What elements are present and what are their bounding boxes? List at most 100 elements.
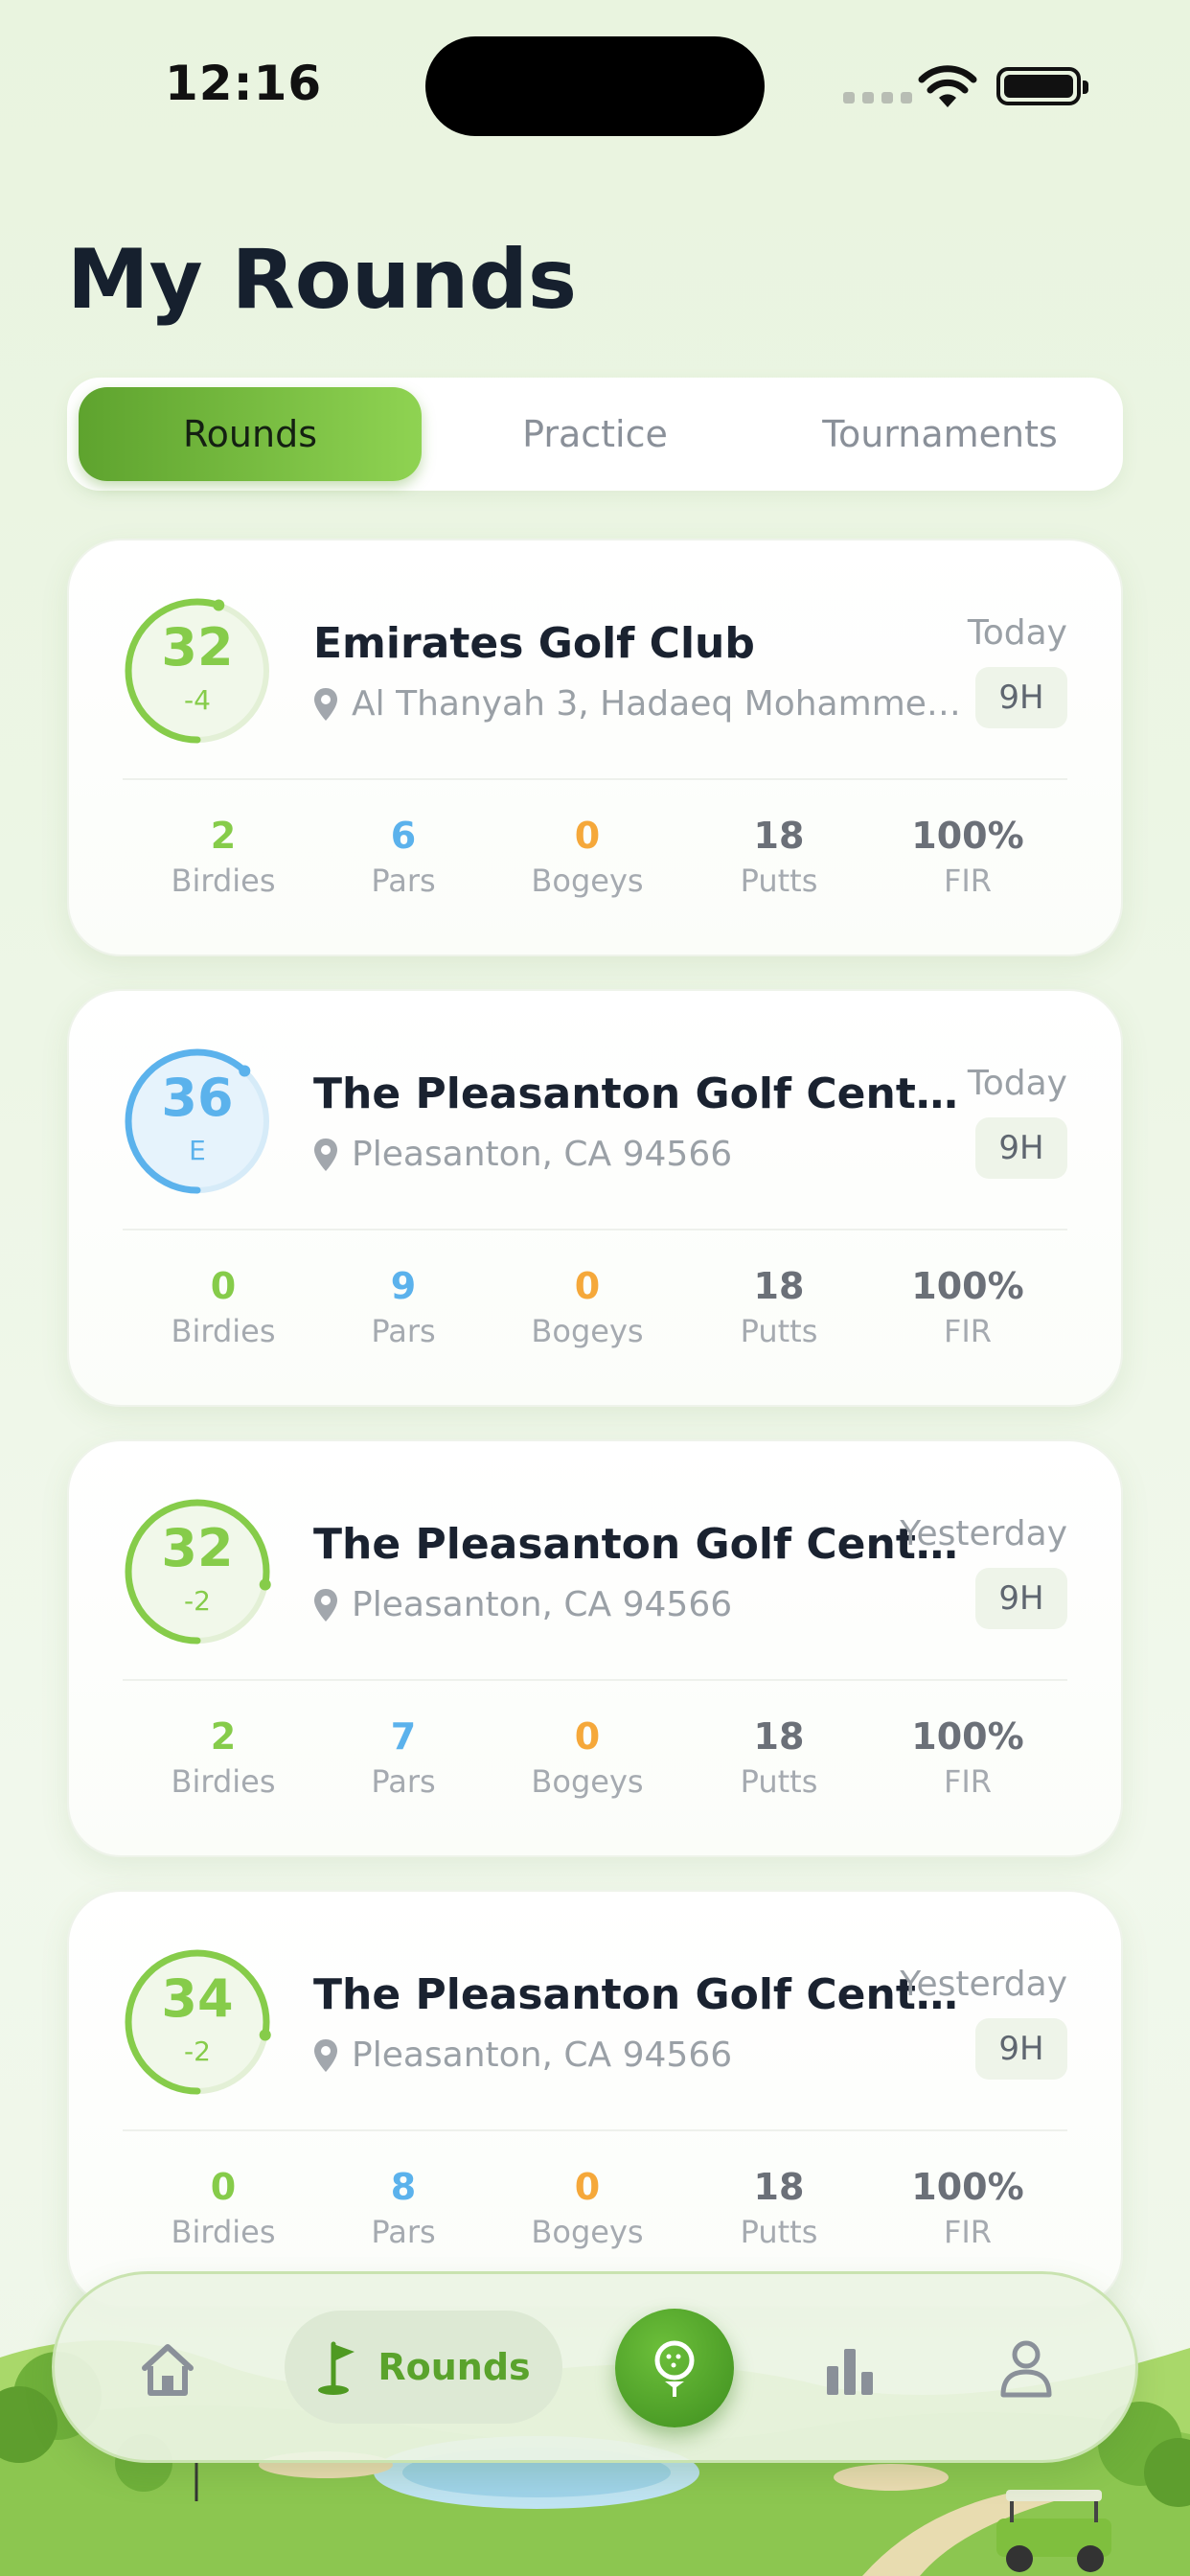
- stat-label: Pars: [371, 1313, 436, 1349]
- stat-birdies: 0 Birdies: [137, 2162, 309, 2250]
- tab-tournaments[interactable]: Tournaments: [768, 387, 1111, 481]
- course-location: Al Thanyah 3, Hadaeq Mohammed ...: [313, 684, 965, 724]
- round-stats: 0 Birdies 8 Pars 0 Bogeys 18 Putts 100% FIR: [123, 2162, 1067, 2267]
- profile-icon[interactable]: [997, 2337, 1055, 2399]
- stat-putts: 18 Putts: [693, 811, 865, 899]
- stat-value: 8: [390, 2166, 417, 2208]
- holes-badge: 9H: [975, 1117, 1067, 1179]
- location-pin-icon: [314, 687, 337, 721]
- stat-label: Putts: [740, 2214, 818, 2250]
- stat-label: Birdies: [171, 2214, 276, 2250]
- stat-bogeys: 0 Bogeys: [501, 811, 674, 899]
- round-card[interactable]: 32 -4 Emirates Golf Club Al Thanyah 3, Hada…: [67, 539, 1123, 956]
- location-text: Al Thanyah 3, Hadaeq Mohammed ...: [352, 684, 965, 724]
- stat-putts: 18 Putts: [693, 1712, 865, 1800]
- segmented-control: Rounds Practice Tournaments: [67, 378, 1123, 491]
- round-stats: 0 Birdies 9 Pars 0 Bogeys 18 Putts 100% FIR: [123, 1261, 1067, 1367]
- score-ring: 36 E: [123, 1046, 272, 1196]
- stat-value: 0: [210, 2166, 237, 2208]
- holes-badge: 9H: [975, 2018, 1067, 2080]
- dynamic-island: [425, 36, 765, 136]
- stat-fir: 100% FIR: [881, 1261, 1054, 1349]
- home-icon[interactable]: [137, 2339, 198, 2401]
- stat-value: 18: [753, 1265, 805, 1307]
- stat-label: Birdies: [171, 1763, 276, 1800]
- round-card[interactable]: 34 -2 The Pleasanton Golf Cente... Pleasant…: [67, 1890, 1123, 2308]
- stat-value: 0: [574, 1715, 601, 1758]
- nav-rounds[interactable]: Rounds: [285, 2311, 562, 2424]
- bottom-nav: Rounds: [52, 2271, 1138, 2463]
- stat-label: FIR: [943, 1763, 993, 1800]
- page-title: My Rounds: [67, 232, 578, 328]
- stat-label: Bogeys: [531, 862, 644, 899]
- stat-value: 18: [753, 2166, 805, 2208]
- stat-label: Putts: [740, 1763, 818, 1800]
- golf-flag-icon: [318, 2341, 355, 2395]
- tab-practice[interactable]: Practice: [423, 387, 767, 481]
- stat-value: 100%: [911, 1265, 1024, 1307]
- stat-bogeys: 0 Bogeys: [501, 2162, 674, 2250]
- round-stats: 2 Birdies 7 Pars 0 Bogeys 18 Putts 100% FIR: [123, 1712, 1067, 1817]
- stat-putts: 18 Putts: [693, 1261, 865, 1349]
- holes-badge: 9H: [975, 667, 1067, 728]
- score-to-par: -2: [184, 2036, 211, 2067]
- divider: [123, 2129, 1067, 2131]
- round-card[interactable]: 32 -2 The Pleasanton Golf Cente... Pleasant…: [67, 1439, 1123, 1857]
- stat-bogeys: 0 Bogeys: [501, 1712, 674, 1800]
- golf-ball-tee-icon: [654, 2340, 695, 2397]
- stat-birdies: 0 Birdies: [137, 1261, 309, 1349]
- stat-value: 0: [210, 1265, 237, 1307]
- status-time: 12:16: [165, 56, 323, 111]
- nav-rounds-label: Rounds: [378, 2346, 531, 2388]
- round-score: 34: [161, 1968, 234, 2029]
- stat-value: 2: [210, 815, 237, 857]
- stat-bogeys: 0 Bogeys: [501, 1261, 674, 1349]
- round-score: 32: [161, 1518, 234, 1578]
- stat-value: 18: [753, 815, 805, 857]
- stat-value: 0: [574, 1265, 601, 1307]
- round-score: 36: [161, 1068, 234, 1128]
- stat-pars: 8 Pars: [317, 2162, 490, 2250]
- wifi-icon: [918, 65, 977, 107]
- score-ring: 34 -2: [123, 1947, 272, 2097]
- stat-fir: 100% FIR: [881, 1712, 1054, 1800]
- holes-badge: 9H: [975, 1568, 1067, 1629]
- stat-value: 7: [390, 1715, 417, 1758]
- round-date: Today: [967, 1064, 1067, 1103]
- course-name: Emirates Golf Club: [313, 619, 755, 668]
- tab-rounds[interactable]: Rounds: [79, 387, 422, 481]
- status-bar: 12:16: [0, 0, 1190, 172]
- location-text: Pleasanton, CA 94566: [352, 1585, 733, 1624]
- stat-label: Putts: [740, 1313, 818, 1349]
- round-card[interactable]: 36 E The Pleasanton Golf Center - ... Pleas…: [67, 989, 1123, 1407]
- stat-label: Birdies: [171, 1313, 276, 1349]
- stat-value: 100%: [911, 815, 1024, 857]
- stat-pars: 7 Pars: [317, 1712, 490, 1800]
- bar-chart-icon[interactable]: [821, 2341, 879, 2399]
- stat-label: FIR: [943, 862, 993, 899]
- course-name: The Pleasanton Golf Cente...: [313, 1520, 965, 1569]
- stat-label: FIR: [943, 1313, 993, 1349]
- location-pin-icon: [314, 2038, 337, 2072]
- stat-value: 0: [574, 815, 601, 857]
- round-date: Today: [967, 613, 1067, 653]
- stat-label: Birdies: [171, 862, 276, 899]
- location-pin-icon: [314, 1588, 337, 1622]
- round-stats: 2 Birdies 6 Pars 0 Bogeys 18 Putts 100% FIR: [123, 811, 1067, 916]
- stat-label: FIR: [943, 2214, 993, 2250]
- score-to-par: -4: [184, 684, 211, 716]
- stat-label: Bogeys: [531, 1313, 644, 1349]
- stat-value: 2: [210, 1715, 237, 1758]
- stat-label: Pars: [371, 2214, 436, 2250]
- stat-label: Bogeys: [531, 1763, 644, 1800]
- round-score: 32: [161, 617, 234, 678]
- divider: [123, 1229, 1067, 1230]
- play-round-button[interactable]: [615, 2309, 734, 2427]
- round-date: Yesterday: [900, 1514, 1067, 1553]
- location-text: Pleasanton, CA 94566: [352, 2036, 733, 2075]
- stat-label: Putts: [740, 862, 818, 899]
- stat-value: 0: [574, 2166, 601, 2208]
- stat-value: 100%: [911, 1715, 1024, 1758]
- course-location: Pleasanton, CA 94566: [313, 2036, 965, 2075]
- score-ring: 32 -2: [123, 1497, 272, 1646]
